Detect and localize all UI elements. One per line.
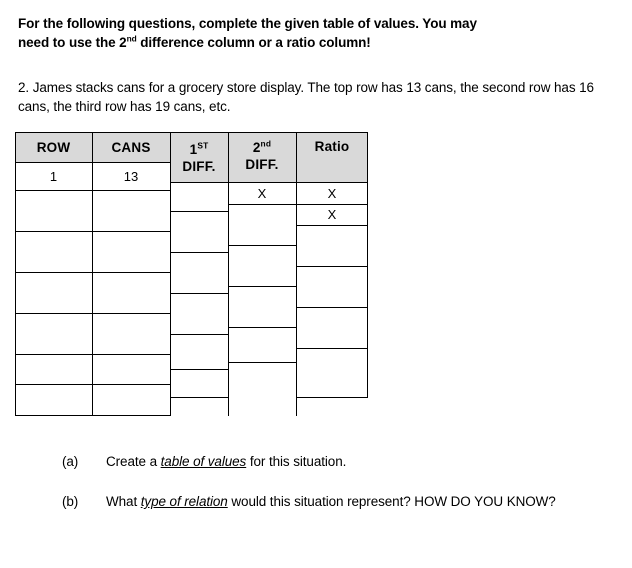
first-diff-ordinal-suffix: ST	[197, 140, 209, 150]
cell-cans-1[interactable]: 13	[92, 162, 170, 190]
question-a-suffix: for this situation.	[246, 454, 347, 469]
cell-first-diff-7[interactable]	[170, 397, 228, 416]
cell-second-diff-4[interactable]	[228, 286, 296, 327]
column-header-ratio: Ratio	[314, 138, 350, 154]
heading-line-2-suffix: difference column or a ratio column!	[136, 35, 371, 50]
question-b-prefix: What	[106, 494, 141, 509]
question-a-label: (a)	[62, 454, 79, 469]
cell-ratio-2[interactable]: X	[296, 204, 368, 225]
cell-first-diff-3[interactable]	[170, 252, 228, 293]
cell-first-diff-4[interactable]	[170, 293, 228, 334]
heading-line-1: For the following questions, complete th…	[18, 16, 477, 31]
cell-second-diff-1[interactable]: X	[228, 182, 296, 204]
cell-ratio-1[interactable]: X	[296, 182, 368, 204]
problem-statement: 2. James stacks cans for a grocery store…	[18, 80, 594, 114]
cell-ratio-4[interactable]	[296, 266, 368, 307]
cell-cans-7[interactable]	[92, 384, 170, 415]
heading-ordinal-suffix: nd	[126, 33, 137, 44]
question-a: (a) Create a table of values for this sit…	[18, 452, 618, 471]
column-header-row: ROW	[36, 139, 71, 155]
cell-cans-6[interactable]	[92, 354, 170, 384]
values-table: ROW CANS 1ST DIFF. 2nd DIFF. Ratio 1 13 …	[15, 132, 370, 417]
cell-first-diff-6[interactable]	[170, 369, 228, 397]
column-header-cans: CANS	[111, 139, 151, 155]
column-header-second-diff: 2nd DIFF.	[245, 138, 279, 172]
cell-second-diff-3[interactable]	[228, 245, 296, 286]
cell-row-2[interactable]	[15, 190, 92, 231]
cell-row-3[interactable]	[15, 231, 92, 272]
cell-cans-5[interactable]	[92, 313, 170, 354]
question-b: (b) What type of relation would this situ…	[18, 492, 618, 511]
cell-first-diff-5[interactable]	[170, 334, 228, 369]
cell-second-diff-5[interactable]	[228, 327, 296, 362]
question-b-suffix: would this situation represent? HOW DO Y…	[227, 494, 556, 509]
cell-row-4[interactable]	[15, 272, 92, 313]
cell-ratio-7[interactable]	[296, 397, 368, 416]
cell-first-diff-2[interactable]	[170, 211, 228, 252]
cell-first-diff-1[interactable]	[170, 182, 228, 211]
cell-row-5[interactable]	[15, 313, 92, 354]
cell-cans-3[interactable]	[92, 231, 170, 272]
cell-ratio-3[interactable]	[296, 225, 368, 266]
cell-cans-4[interactable]	[92, 272, 170, 313]
cell-second-diff-2[interactable]	[228, 204, 296, 245]
cell-row-1[interactable]: 1	[15, 162, 92, 190]
cell-second-diff-6[interactable]	[228, 362, 296, 416]
question-b-emphasis: type of relation	[140, 494, 228, 509]
page-heading: For the following questions, complete th…	[18, 14, 614, 52]
question-b-label: (b)	[62, 494, 79, 509]
question-a-prefix: Create a	[106, 454, 161, 469]
column-header-first-diff: 1ST DIFF.	[182, 140, 216, 174]
cell-row-7[interactable]	[15, 384, 92, 415]
second-diff-ordinal-suffix: nd	[260, 138, 272, 148]
cell-ratio-6[interactable]	[296, 348, 368, 397]
cell-cans-2[interactable]	[92, 190, 170, 231]
cell-ratio-5[interactable]	[296, 307, 368, 348]
cell-row-6[interactable]	[15, 354, 92, 384]
question-a-emphasis: table of values	[160, 454, 247, 469]
heading-line-2-prefix: need to use the 2	[18, 35, 127, 50]
